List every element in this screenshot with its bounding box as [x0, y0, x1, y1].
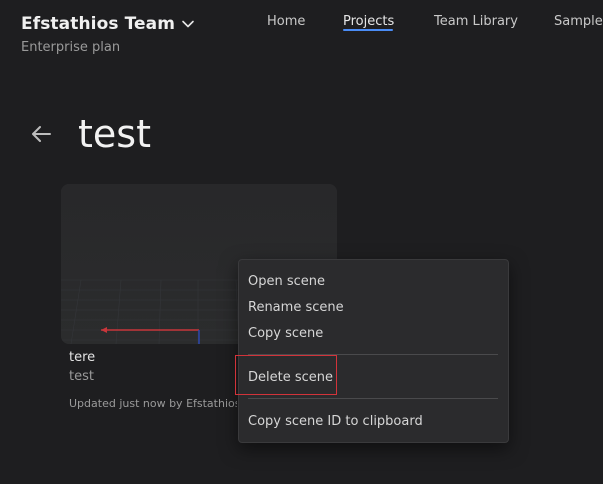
menu-copy-scene-id[interactable]: Copy scene ID to clipboard [248, 414, 423, 429]
scene-project: test [69, 369, 94, 384]
nav-home[interactable]: Home [267, 14, 305, 29]
page-title: test [78, 112, 151, 156]
menu-open-scene[interactable]: Open scene [248, 274, 325, 289]
team-name: Efstathios Team [21, 14, 176, 34]
scene-context-menu: Open scene Rename scene Copy scene Delet… [238, 259, 509, 443]
menu-copy-scene[interactable]: Copy scene [248, 326, 323, 341]
projects-page: Efstathios Team Enterprise plan Home Pro… [0, 0, 603, 484]
menu-rename-scene[interactable]: Rename scene [248, 300, 344, 315]
plan-label: Enterprise plan [21, 40, 121, 55]
nav-samples[interactable]: Samples [554, 14, 603, 29]
chevron-down-icon [182, 20, 194, 28]
menu-delete-scene[interactable]: Delete scene [248, 370, 333, 385]
back-arrow-icon[interactable] [30, 122, 54, 146]
nav-team-library[interactable]: Team Library [434, 14, 518, 29]
menu-divider [248, 398, 498, 399]
active-nav-indicator [343, 29, 393, 31]
nav-projects[interactable]: Projects [343, 14, 394, 29]
team-switcher[interactable]: Efstathios Team [21, 14, 195, 34]
menu-divider [248, 354, 498, 355]
scene-updated-text: Updated just now by Efstathios [69, 397, 237, 410]
scene-name[interactable]: tere [69, 350, 95, 365]
